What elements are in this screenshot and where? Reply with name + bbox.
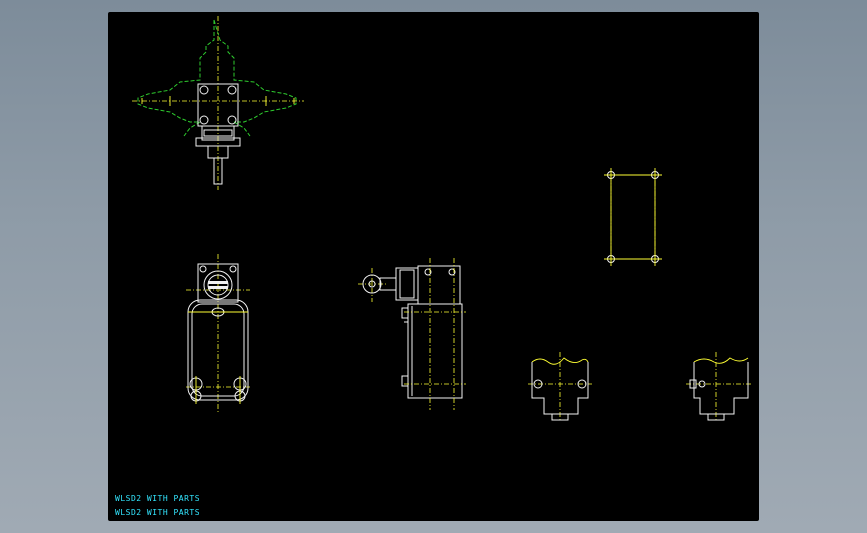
detail-view-b[interactable] [686,352,752,422]
top-view[interactable] [132,16,304,190]
detail-view-a[interactable] [528,352,592,422]
drawing-label-2: WLSD2 WITH PARTS [115,508,201,517]
front-view[interactable] [186,254,250,414]
side-view[interactable] [358,258,466,410]
drawing-viewport[interactable]: WLSD2 WITH PARTS WLSD2 WITH PARTS [108,12,759,521]
cad-drawing[interactable] [108,12,759,521]
drawing-label-1: WLSD2 WITH PARTS [115,494,201,503]
hole-pattern[interactable] [604,168,662,266]
